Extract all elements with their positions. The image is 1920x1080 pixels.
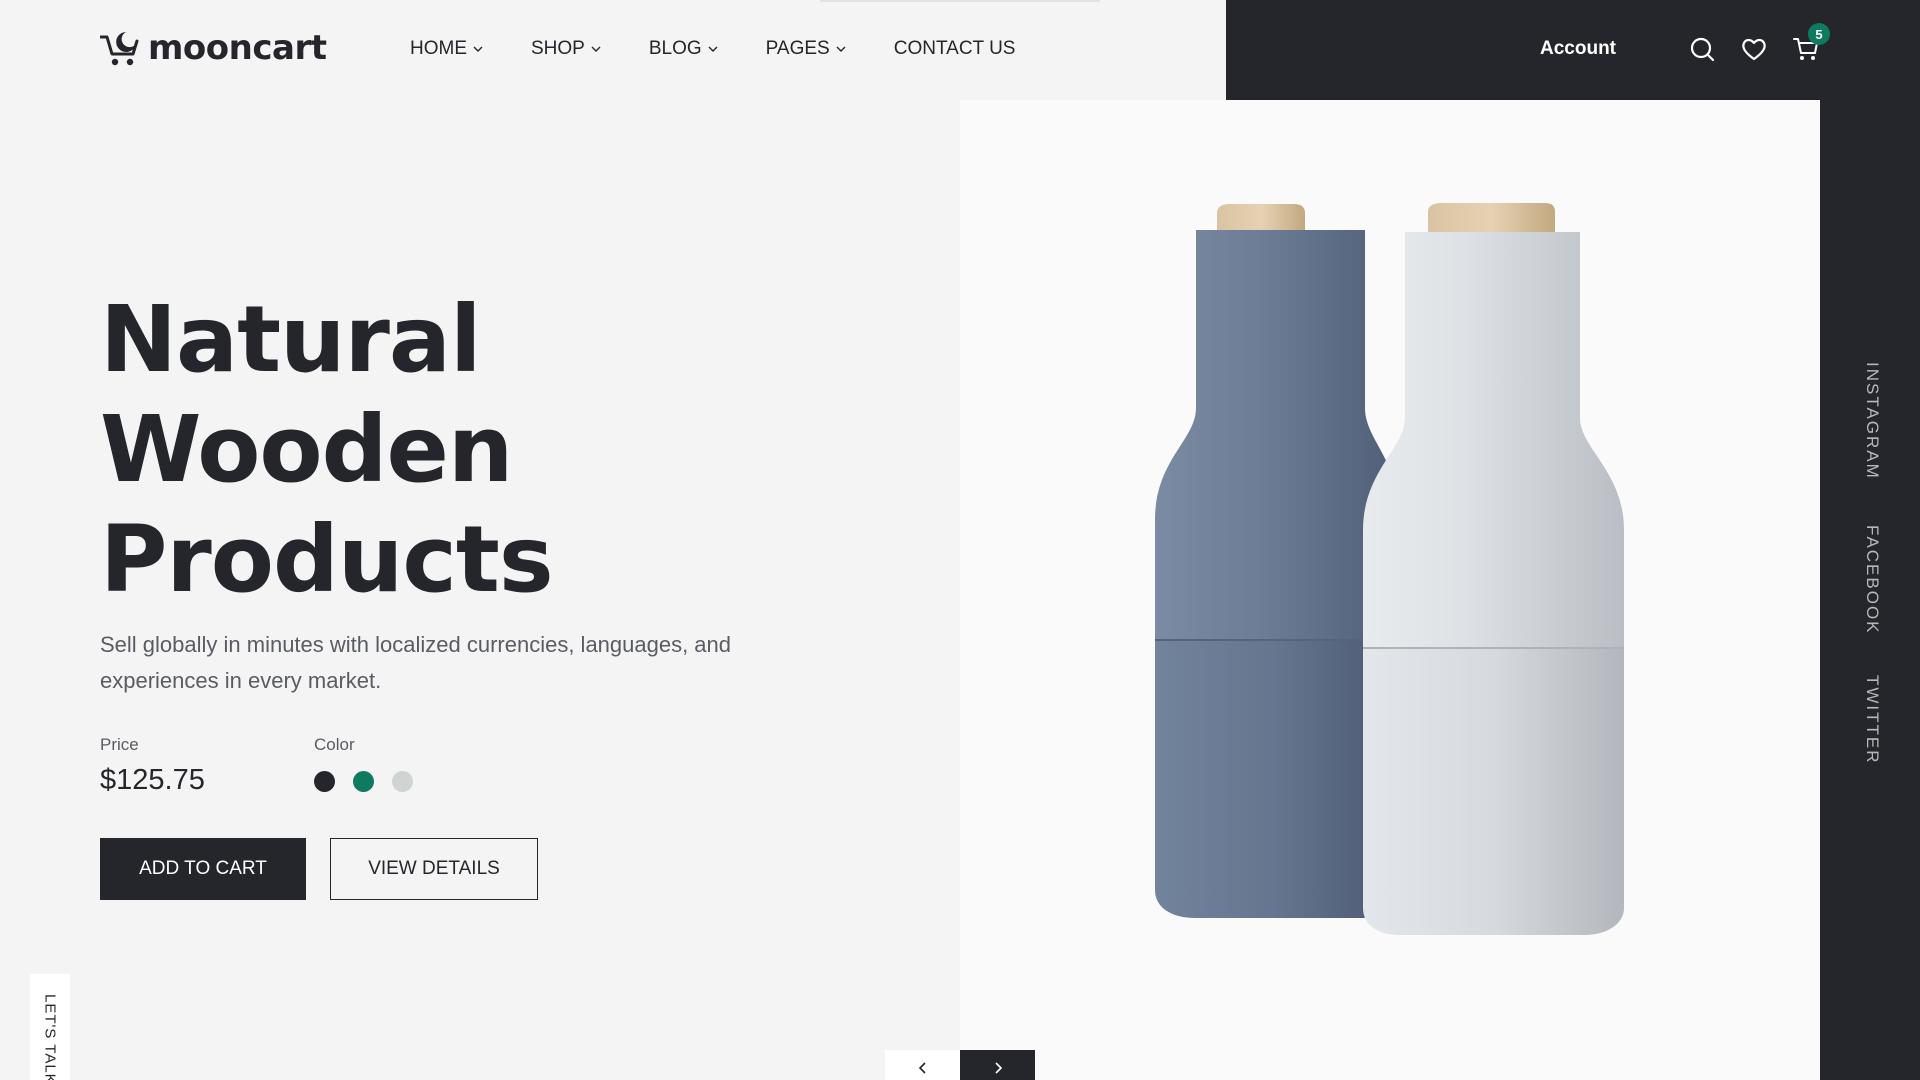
hero-title-line: Natural (100, 286, 482, 393)
chevron-down-icon (473, 46, 483, 52)
moon-cart-logo-icon (100, 32, 139, 66)
chevron-left-icon (918, 1062, 926, 1074)
heart-icon[interactable] (1740, 35, 1768, 63)
nav-item-pages[interactable]: PAGES (766, 38, 846, 60)
price-value: $125.75 (100, 764, 205, 796)
price-label: Price (100, 735, 139, 754)
slider-next-button[interactable] (960, 1050, 1035, 1080)
chevron-down-icon (836, 46, 846, 52)
color-swatch-green[interactable] (353, 771, 374, 792)
social-twitter-link[interactable]: TWITTER (1862, 675, 1882, 765)
color-swatch-dark[interactable] (314, 771, 335, 792)
hero-title-line: Wooden (100, 396, 513, 503)
lets-talk-tab[interactable]: LET'S TALK (30, 974, 70, 1080)
nav-item-blog[interactable]: BLOG (649, 38, 718, 60)
nav-item-label: SHOP (531, 38, 585, 59)
lets-talk-label: LET'S TALK (41, 994, 59, 1080)
hero-image-panel (960, 100, 1820, 1080)
nav-item-label: HOME (410, 38, 467, 59)
grinder-bottles-image (1155, 203, 1624, 935)
nav-item-label: CONTACT US (893, 38, 1016, 59)
color-label: Color (314, 735, 355, 754)
nav-item-label: BLOG (648, 38, 702, 59)
main-nav: HOME SHOP BLOG PAGES CONTACT US (410, 38, 1063, 60)
color-swatches (314, 771, 413, 792)
nav-item-home[interactable]: HOME (410, 38, 483, 60)
chevron-down-icon (708, 46, 718, 52)
cart-count-badge: 5 (1808, 23, 1830, 45)
social-facebook-link[interactable]: FACEBOOK (1862, 525, 1882, 635)
hero-title: Natural Wooden Products (100, 285, 554, 615)
view-details-button[interactable]: VIEW DETAILS (330, 838, 538, 900)
chevron-down-icon (591, 46, 601, 52)
add-to-cart-button[interactable]: ADD TO CART (100, 838, 306, 900)
search-icon[interactable] (1688, 35, 1716, 63)
nav-item-contact[interactable]: CONTACT US (894, 38, 1016, 60)
top-notch (820, 0, 1100, 2)
account-link[interactable]: Account (1540, 38, 1616, 60)
cart-icon[interactable]: 5 (1792, 23, 1830, 63)
hero-subtitle: Sell globally in minutes with localized … (100, 632, 732, 693)
brand-logo[interactable]: mooncart (100, 26, 327, 70)
hero-title-line: Products (100, 506, 554, 613)
color-swatch-light[interactable] (392, 771, 413, 792)
social-rail: INSTAGRAM FACEBOOK TWITTER (1862, 0, 1886, 1080)
brand-name: mooncart (148, 28, 327, 68)
nav-item-label: PAGES (765, 38, 830, 59)
slider-prev-button[interactable] (885, 1050, 960, 1080)
nav-item-shop[interactable]: SHOP (531, 38, 601, 60)
social-instagram-link[interactable]: INSTAGRAM (1862, 362, 1882, 480)
header-actions: Account 5 (1540, 23, 1830, 71)
chevron-right-icon (994, 1062, 1002, 1074)
